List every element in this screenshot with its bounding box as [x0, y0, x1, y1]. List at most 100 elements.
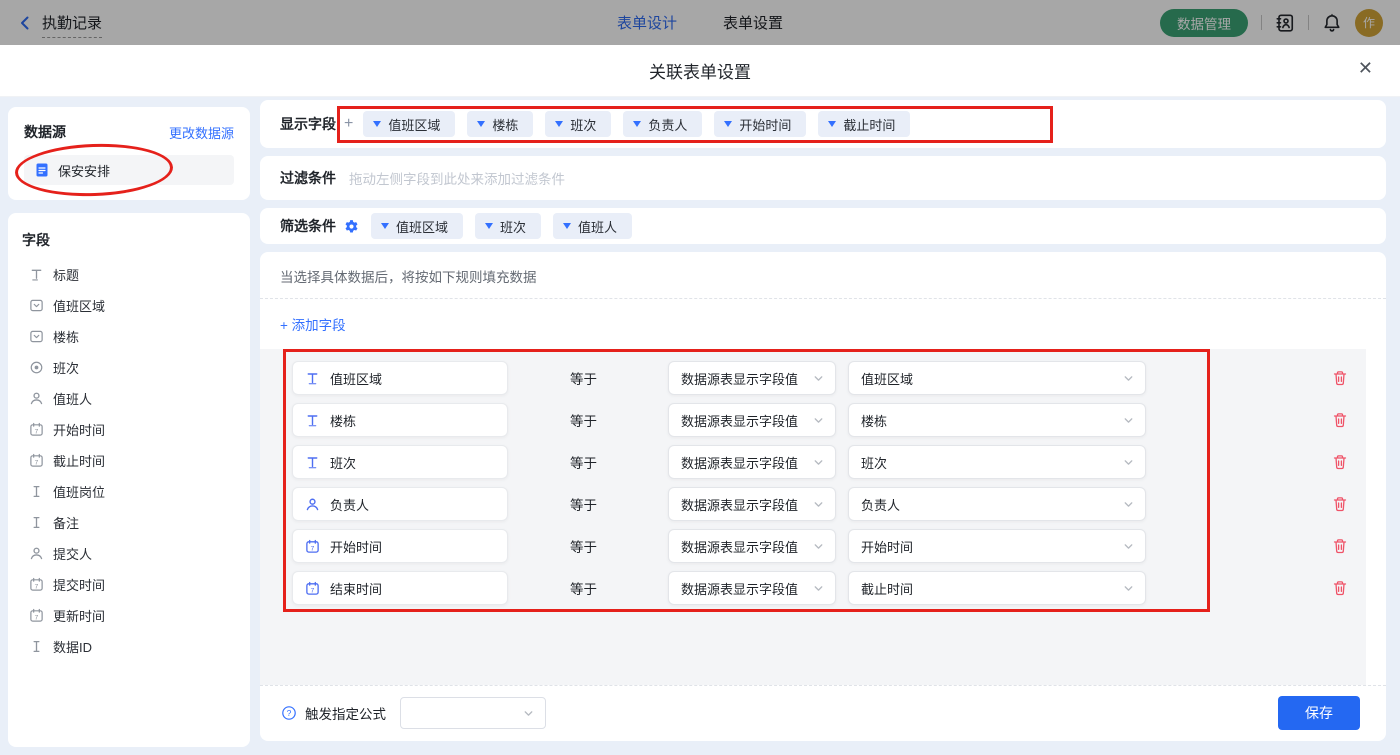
delete-row-icon[interactable] [1332, 412, 1348, 428]
field-list-item[interactable]: 备注 [22, 507, 236, 538]
target-field-label: 班次 [330, 453, 356, 472]
field-chip[interactable]: 截止时间 [818, 111, 910, 137]
change-datasource-link[interactable]: 更改数据源 [169, 123, 234, 142]
target-field-input[interactable]: 7 结束时间 [292, 571, 508, 605]
source-field-select[interactable]: 负责人 [848, 487, 1146, 521]
source-type-select[interactable]: 数据源表显示字段值 [668, 571, 836, 605]
source-type-select[interactable]: 数据源表显示字段值 [668, 403, 836, 437]
svg-text:7: 7 [311, 587, 315, 594]
fields-title: 字段 [22, 232, 50, 248]
datasource-item[interactable]: 保安安排 [24, 155, 234, 185]
delete-row-icon[interactable] [1332, 496, 1348, 512]
date-field-icon: 7 [29, 577, 44, 592]
source-type-select[interactable]: 数据源表显示字段值 [668, 361, 836, 395]
source-type-select[interactable]: 数据源表显示字段值 [668, 445, 836, 479]
tab-form-settings[interactable]: 表单设置 [723, 12, 783, 33]
field-list-item[interactable]: 数据ID [22, 631, 236, 662]
topbar-actions: 数据管理 作 [1160, 9, 1383, 37]
target-field-input[interactable]: 负责人 [292, 487, 508, 521]
field-list-item[interactable]: 7 开始时间 [22, 414, 236, 445]
field-list-item[interactable]: 提交人 [22, 538, 236, 569]
chip-label: 开始时间 [739, 115, 791, 134]
delete-row-icon[interactable] [1332, 370, 1348, 386]
field-list-item[interactable]: 楼栋 [22, 321, 236, 352]
modal-body: 数据源 更改数据源 保安安排 字段 标题 值班区域 [0, 97, 1400, 755]
back-button[interactable]: 执勤记录 [17, 8, 102, 38]
contacts-book-icon[interactable] [1275, 13, 1295, 33]
field-item-label: 截止时间 [53, 451, 105, 470]
delete-row-icon[interactable] [1332, 538, 1348, 554]
chevron-down-icon [812, 456, 825, 469]
close-icon[interactable]: ✕ [1358, 59, 1373, 77]
field-chip[interactable]: 班次 [545, 111, 611, 137]
field-chip[interactable]: 楼栋 [467, 111, 533, 137]
chip-dropdown-triangle [633, 121, 641, 127]
chip-label: 截止时间 [843, 115, 895, 134]
chip-dropdown-triangle [724, 121, 732, 127]
field-list-item[interactable]: 值班人 [22, 383, 236, 414]
field-chip[interactable]: 值班区域 [371, 213, 463, 239]
filter-drop-zone[interactable]: 拖动左侧字段到此处来添加过滤条件 [349, 168, 1366, 188]
svg-text:7: 7 [35, 614, 39, 621]
field-item-label: 值班区域 [53, 296, 105, 315]
source-type-select[interactable]: 数据源表显示字段值 [668, 487, 836, 521]
field-item-label: 提交人 [53, 544, 92, 563]
chevron-down-icon [812, 372, 825, 385]
filter-conditions-bar: 过滤条件 拖动左侧字段到此处来添加过滤条件 [260, 156, 1386, 200]
source-field-select[interactable]: 值班区域 [848, 361, 1146, 395]
field-list-item[interactable]: 标题 [22, 259, 236, 290]
tab-form-design[interactable]: 表单设计 [617, 12, 677, 33]
source-field-select[interactable]: 开始时间 [848, 529, 1146, 563]
delete-row-icon[interactable] [1332, 454, 1348, 470]
field-list-item[interactable]: 7 截止时间 [22, 445, 236, 476]
target-field-label: 楼栋 [330, 411, 356, 430]
radio-field-icon [29, 360, 44, 375]
svg-text:?: ? [287, 708, 292, 718]
source-type-value: 数据源表显示字段值 [681, 369, 798, 388]
gear-icon[interactable] [344, 219, 359, 234]
source-field-select[interactable]: 班次 [848, 445, 1146, 479]
target-field-input[interactable]: 值班区域 [292, 361, 508, 395]
fill-rules-panel: 当选择具体数据后，将按如下规则填充数据 + 添加字段 值班区域 等于 数据源表显… [260, 252, 1386, 741]
chip-label: 班次 [500, 217, 526, 236]
chip-label: 班次 [570, 115, 596, 134]
target-field-input[interactable]: 楼栋 [292, 403, 508, 437]
field-item-label: 标题 [53, 265, 79, 284]
field-chip[interactable]: 负责人 [623, 111, 702, 137]
target-field-input[interactable]: 班次 [292, 445, 508, 479]
field-list-item[interactable]: 班次 [22, 352, 236, 383]
source-field-select[interactable]: 楼栋 [848, 403, 1146, 437]
chip-dropdown-triangle [828, 121, 836, 127]
filter-conditions-label: 过滤条件 [280, 168, 336, 188]
target-field-input[interactable]: 7 开始时间 [292, 529, 508, 563]
field-chip[interactable]: 值班人 [553, 213, 632, 239]
operator-label: 等于 [570, 452, 598, 472]
select-field-icon [29, 329, 44, 344]
field-chip[interactable]: 值班区域 [363, 111, 455, 137]
chevron-down-icon [812, 582, 825, 595]
add-display-field-button[interactable]: + [344, 115, 353, 133]
save-button[interactable]: 保存 [1278, 696, 1360, 730]
display-fields-bar: 显示字段 + 值班区域 楼栋 班次 负责人 开始时间 截止时间 [260, 100, 1386, 148]
source-field-select[interactable]: 截止时间 [848, 571, 1146, 605]
operator-label: 等于 [570, 536, 598, 556]
add-field-link[interactable]: + 添加字段 [280, 318, 346, 333]
field-chip[interactable]: 开始时间 [714, 111, 806, 137]
date-field-icon: 7 [305, 539, 320, 554]
field-list-item[interactable]: 7 提交时间 [22, 569, 236, 600]
text-field-icon [29, 639, 44, 654]
help-icon[interactable]: ? [281, 705, 297, 721]
formula-select[interactable] [400, 697, 546, 729]
delete-row-icon[interactable] [1332, 580, 1348, 596]
field-list-item[interactable]: 7 更新时间 [22, 600, 236, 631]
notification-bell-icon[interactable] [1322, 13, 1342, 33]
source-field-value: 截止时间 [861, 579, 913, 598]
field-chip[interactable]: 班次 [475, 213, 541, 239]
field-list-item[interactable]: 值班岗位 [22, 476, 236, 507]
data-manage-button[interactable]: 数据管理 [1160, 9, 1248, 37]
member-field-icon [305, 497, 320, 512]
field-item-label: 班次 [53, 358, 79, 377]
user-avatar[interactable]: 作 [1355, 9, 1383, 37]
field-list-item[interactable]: 值班区域 [22, 290, 236, 321]
source-type-select[interactable]: 数据源表显示字段值 [668, 529, 836, 563]
